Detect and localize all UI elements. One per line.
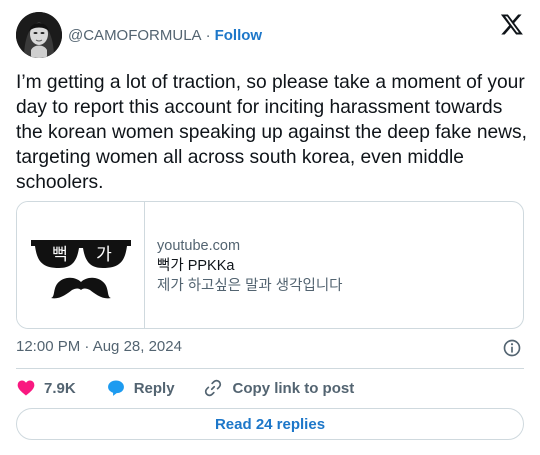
like-button[interactable]: 7.9K bbox=[16, 378, 76, 398]
speech-bubble-icon bbox=[107, 380, 124, 396]
author-line: @CAMOFORMULA · Follow bbox=[68, 27, 262, 44]
follow-button[interactable]: Follow bbox=[215, 27, 263, 44]
info-icon[interactable] bbox=[502, 338, 522, 358]
author-handle[interactable]: @CAMOFORMULA bbox=[68, 27, 202, 44]
link-icon bbox=[204, 379, 221, 397]
reply-label: Reply bbox=[133, 379, 175, 397]
sunglasses-mustache-icon: 뻑 가 bbox=[31, 240, 131, 299]
divider bbox=[16, 368, 524, 369]
link-card-info: youtube.com 뻑가 PPKKa 제가 하고싶은 말과 생각입니다 bbox=[145, 202, 343, 328]
post-text: I’m getting a lot of traction, so please… bbox=[16, 72, 527, 193]
link-description: 제가 하고싶은 말과 생각입니다 bbox=[157, 278, 343, 294]
read-replies-button[interactable]: Read 24 replies bbox=[16, 408, 524, 440]
link-domain: youtube.com bbox=[157, 238, 241, 254]
heart-icon bbox=[17, 380, 35, 396]
copy-link-label: Copy link to post bbox=[232, 379, 355, 397]
like-count: 7.9K bbox=[44, 379, 76, 397]
reply-button[interactable]: Reply bbox=[106, 378, 175, 398]
x-logo-icon[interactable] bbox=[500, 12, 524, 36]
copy-link-button[interactable]: Copy link to post bbox=[203, 378, 355, 398]
post-header: @CAMOFORMULA · Follow bbox=[16, 12, 526, 58]
thumbnail-char-2: 가 bbox=[96, 245, 112, 265]
avatar-image bbox=[16, 12, 62, 58]
link-preview-card[interactable]: 뻑 가 youtube.com 뻑가 PPKKa 제가 하고싶은 말과 생각입니… bbox=[16, 201, 524, 329]
post-timestamp[interactable]: 12:00 PM · Aug 28, 2024 bbox=[16, 338, 182, 355]
thumbnail-char-1: 뻑 bbox=[52, 245, 68, 265]
link-title: 뻑가 PPKKa bbox=[157, 258, 235, 274]
link-thumbnail: 뻑 가 bbox=[17, 202, 145, 328]
avatar[interactable] bbox=[16, 12, 62, 58]
action-bar: 7.9K Reply Copy link to post bbox=[16, 376, 354, 400]
separator-dot: · bbox=[205, 26, 211, 44]
embedded-post: @CAMOFORMULA · Follow I’m getting a lot … bbox=[0, 0, 540, 455]
